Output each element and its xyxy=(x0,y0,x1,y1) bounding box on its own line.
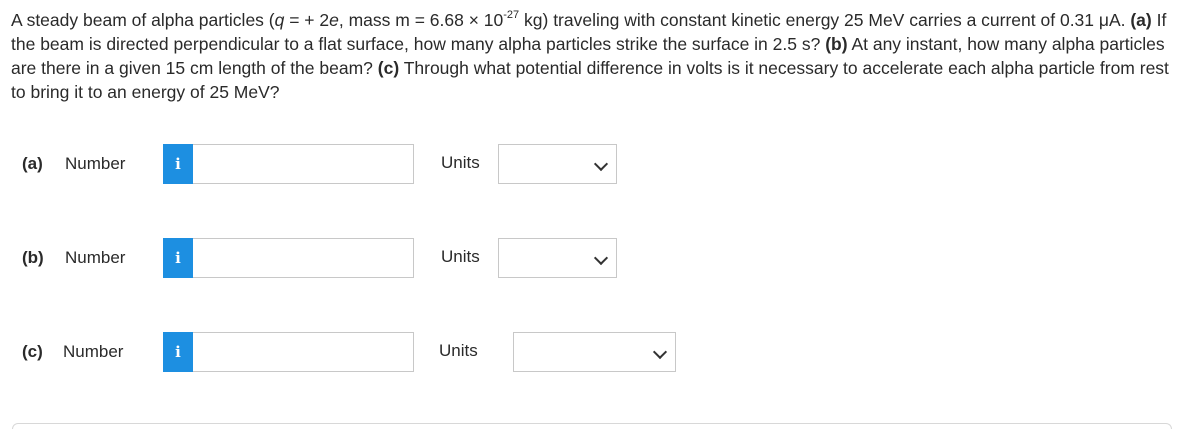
question-segment: , mass m = 6.68 × 10 xyxy=(338,10,504,30)
elementary-charge-variable: e xyxy=(329,10,339,30)
number-input-a[interactable] xyxy=(193,144,414,184)
info-icon[interactable]: i xyxy=(163,144,193,184)
next-section-edge xyxy=(12,423,1172,429)
answer-row-c: (c) Number i Units xyxy=(0,331,1183,373)
chevron-down-icon xyxy=(593,250,609,266)
part-b-tag: (b) xyxy=(825,34,848,54)
number-input-b[interactable] xyxy=(193,238,414,278)
info-glyph: i xyxy=(175,343,181,361)
exponent: -27 xyxy=(503,9,520,22)
number-label: Number xyxy=(65,154,126,173)
number-label: Number xyxy=(63,342,124,361)
info-glyph: i xyxy=(175,155,181,173)
charge-variable: q xyxy=(274,10,285,30)
part-label: (a) xyxy=(22,154,43,173)
chevron-down-icon xyxy=(593,156,609,172)
units-select-c[interactable] xyxy=(513,332,676,372)
units-label: Units xyxy=(439,341,478,360)
number-label: Number xyxy=(65,248,126,267)
chevron-down-icon xyxy=(652,344,668,360)
info-icon[interactable]: i xyxy=(163,332,193,372)
info-glyph: i xyxy=(175,249,181,267)
question-segment: = + 2 xyxy=(284,10,330,30)
part-label: (c) xyxy=(22,342,43,361)
units-label: Units xyxy=(441,247,480,266)
info-icon[interactable]: i xyxy=(163,238,193,278)
part-a-tag: (a) xyxy=(1130,10,1152,30)
units-label: Units xyxy=(441,153,480,172)
answer-row-b: (b) Number i Units xyxy=(0,237,1183,279)
question-segment: A steady beam of alpha particles ( xyxy=(11,10,275,30)
units-select-a[interactable] xyxy=(498,144,617,184)
part-label: (b) xyxy=(22,248,44,267)
question-text: A steady beam of alpha particles (q = + … xyxy=(11,8,1181,104)
part-c-tag: (c) xyxy=(377,58,400,78)
number-input-c[interactable] xyxy=(193,332,414,372)
question-segment: kg) traveling with constant kinetic ener… xyxy=(519,10,1131,30)
answer-row-a: (a) Number i Units xyxy=(0,143,1183,185)
units-select-b[interactable] xyxy=(498,238,617,278)
